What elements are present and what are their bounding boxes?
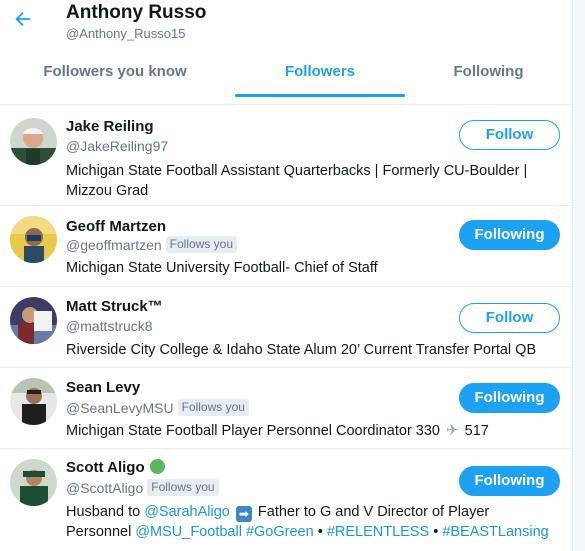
follows-you-badge: Follows you <box>165 236 238 253</box>
user-bio: Michigan State Football Player Personnel… <box>66 421 556 441</box>
user-handle-line: @SeanLevyMSU Follows you <box>66 399 249 416</box>
avatar[interactable] <box>10 216 57 263</box>
bio-text: 517 <box>464 423 489 439</box>
tab-followers[interactable]: Followers <box>235 52 405 98</box>
user-bio: Michigan State Football Assistant Quarte… <box>66 163 528 199</box>
list-item[interactable]: Scott Aligo @ScottAligo Follows you Husb… <box>0 449 572 551</box>
list-item[interactable]: Matt Struck™ @mattstruck8 Riverside City… <box>0 287 572 368</box>
list-item[interactable]: Jake Reiling @JakeReiling97 Michigan Sta… <box>0 106 572 206</box>
tab-followers-you-know[interactable]: Followers you know <box>0 52 230 98</box>
user-bio: Husband to @SarahAligo ➡ Father to G and… <box>66 502 556 542</box>
user-handle-line: @geoffmartzen Follows you <box>66 236 238 253</box>
follow-button[interactable]: Follow <box>459 120 560 150</box>
avatar[interactable] <box>10 118 57 165</box>
active-tab-indicator <box>235 94 405 97</box>
bio-text: Michigan State Football Player Personnel… <box>66 423 440 439</box>
hashtag-link[interactable]: #GoGreen <box>246 524 314 540</box>
tab-bar: Followers you know Followers Following <box>0 52 572 98</box>
avatar[interactable] <box>10 459 57 506</box>
follow-button[interactable]: Follow <box>459 303 560 333</box>
follows-you-badge: Follows you <box>147 479 219 496</box>
user-name[interactable]: Sean Levy <box>66 379 140 396</box>
user-handle[interactable]: @JakeReiling97 <box>66 138 168 154</box>
green-circle-icon <box>149 459 165 474</box>
user-name[interactable]: Geoff Martzen <box>66 218 166 235</box>
page-subtitle-handle: @Anthony_Russo15 <box>66 26 186 41</box>
tab-following[interactable]: Following <box>405 52 572 98</box>
user-handle-line: @ScottAligo Follows you <box>66 479 219 496</box>
hashtag-link[interactable]: #BEASTLansing <box>442 524 548 540</box>
bio-text: Husband to <box>66 504 145 520</box>
bio-text: • <box>429 524 443 540</box>
airplane-icon: ✈ <box>446 422 459 439</box>
mention-link[interactable]: @MSU_Football <box>135 524 242 540</box>
followers-panel: Anthony Russo @Anthony_Russo15 Followers… <box>0 0 572 551</box>
list-item[interactable]: Geoff Martzen @geoffmartzen Follows you … <box>0 206 572 287</box>
user-name-line: Scott Aligo <box>66 459 165 476</box>
user-handle-line: @mattstruck8 <box>66 318 153 334</box>
right-arrow-icon: ➡ <box>235 506 252 522</box>
back-arrow-icon[interactable] <box>12 8 34 30</box>
user-name[interactable]: Scott Aligo <box>66 459 145 476</box>
user-handle[interactable]: @mattstruck8 <box>66 318 153 334</box>
bio-text: • <box>313 524 327 540</box>
avatar[interactable] <box>10 297 57 344</box>
profile-header: Anthony Russo @Anthony_Russo15 <box>0 0 572 56</box>
following-button[interactable]: Following <box>459 383 560 413</box>
user-name[interactable]: Matt Struck™ <box>66 298 163 315</box>
user-bio: Riverside City College & Idaho State Alu… <box>66 342 537 358</box>
scrollbar[interactable] <box>572 0 585 551</box>
hashtag-link[interactable]: #RELENTLESS <box>327 524 429 540</box>
mention-link[interactable]: @SarahAligo <box>144 504 230 520</box>
user-bio: Michigan State University Football- Chie… <box>66 260 378 276</box>
avatar[interactable] <box>10 378 57 425</box>
following-button[interactable]: Following <box>459 466 560 496</box>
user-handle[interactable]: @ScottAligo <box>66 480 143 496</box>
tabs-divider <box>0 104 572 105</box>
user-handle[interactable]: @geoffmartzen <box>66 237 162 253</box>
user-handle-line: @JakeReiling97 <box>66 138 168 154</box>
list-item[interactable]: Sean Levy @SeanLevyMSU Follows you Michi… <box>0 368 572 449</box>
following-button[interactable]: Following <box>459 220 560 250</box>
user-handle[interactable]: @SeanLevyMSU <box>66 400 174 416</box>
user-name[interactable]: Jake Reiling <box>66 118 154 135</box>
page-title: Anthony Russo <box>66 2 207 23</box>
follows-you-badge: Follows you <box>177 399 249 416</box>
